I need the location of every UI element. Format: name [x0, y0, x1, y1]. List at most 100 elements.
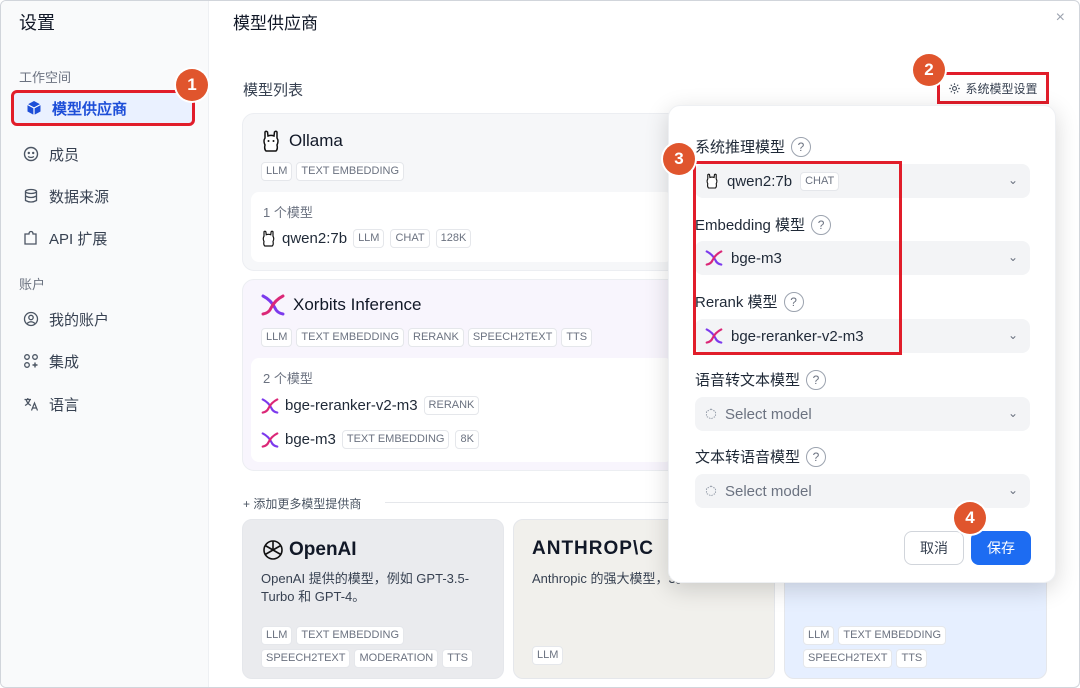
help-icon[interactable]: ?: [811, 214, 832, 235]
xorbits-icon: [261, 397, 279, 414]
tag: SPEECH2TEXT: [467, 328, 558, 347]
add-more-providers-link[interactable]: + 添加更多模型提供商: [243, 495, 361, 512]
provider-card-ollama[interactable]: Ollama LLM TEXT EMBEDDING 1 个模型 qwen2:7b…: [242, 113, 682, 271]
tag: SPEECH2TEXT: [261, 649, 351, 668]
step-badge-1: 1: [176, 69, 208, 101]
translate-icon: [23, 396, 39, 412]
sidebar-item-data-source[interactable]: 数据来源: [11, 178, 195, 214]
sidebar-item-label: 语言: [49, 396, 80, 414]
tag: TEXT EMBEDDING: [341, 430, 450, 449]
database-icon: [23, 188, 39, 204]
chevron-down-icon: ⌄: [1007, 483, 1018, 497]
sidebar-item-my-account[interactable]: 我的账户: [11, 301, 195, 337]
tag: TEXT EMBEDDING: [838, 626, 946, 645]
cancel-button[interactable]: 取消: [904, 531, 964, 565]
system-model-settings-button[interactable]: 系统模型设置: [937, 72, 1049, 104]
xorbits-icon: [261, 431, 279, 448]
xorbits-icon: [705, 328, 723, 344]
close-icon[interactable]: ×: [1056, 9, 1065, 27]
sidebar-section-account: 账户: [19, 277, 46, 292]
user-icon: [23, 311, 39, 327]
provider-tags: LLM TEXT EMBEDDING SPEECH2TEXT MODERATIO…: [261, 626, 491, 668]
provider-name: OpenAI: [289, 539, 357, 560]
sidebar-title: 设置: [19, 13, 55, 33]
tag: RERANK: [408, 328, 464, 347]
select-rerank-model[interactable]: bge-reranker-v2-m3 ⌄: [695, 319, 1030, 353]
select-tts-model[interactable]: Select model ⌄: [695, 474, 1030, 508]
ollama-icon: [262, 230, 275, 247]
provider-card-xorbits[interactable]: Xorbits Inference LLM TEXT EMBEDDING RER…: [242, 279, 682, 471]
puzzle-icon: [23, 230, 39, 246]
field-label-text: Embedding 模型: [695, 217, 806, 234]
select-speech2text-model[interactable]: Select model ⌄: [695, 397, 1030, 431]
tag: TEXT EMBEDDING: [296, 626, 404, 645]
field-label-tts: 文本转语音模型 ?: [695, 446, 827, 467]
tag: LLM: [353, 229, 385, 248]
models-count[interactable]: 1 个模型: [263, 202, 313, 221]
chevron-down-icon: ⌄: [1007, 250, 1018, 264]
provider-name: Xorbits Inference: [293, 295, 422, 314]
tag: CHAT: [800, 171, 840, 191]
sidebar-item-members[interactable]: 成员: [11, 136, 195, 172]
tag: LLM: [261, 626, 293, 645]
ollama-icon: [706, 173, 718, 189]
provider-tags: LLM TEXT EMBEDDING RERANK SPEECH2TEXT TT…: [261, 328, 593, 347]
tag: TEXT EMBEDDING: [296, 162, 404, 181]
save-button[interactable]: 保存: [971, 531, 1031, 565]
field-label-text: 系统推理模型: [695, 139, 786, 156]
sidebar-section-workspace: 工作空间: [19, 70, 72, 85]
xorbits-icon: [705, 250, 723, 266]
provider-name: Ollama: [289, 131, 343, 150]
field-label-text: Rerank 模型: [695, 294, 778, 311]
provider-name: ANTHROP\C: [532, 538, 654, 559]
model-name: qwen2:7b: [282, 230, 348, 247]
help-icon[interactable]: ?: [791, 136, 812, 157]
help-icon[interactable]: ?: [806, 369, 827, 390]
provider-header: Xorbits Inference: [261, 294, 422, 316]
sidebar-item-label: 模型供应商: [52, 100, 128, 118]
model-row-bge-reranker: bge-reranker-v2-m3 RERANK: [261, 396, 480, 415]
provider-description: OpenAI 提供的模型，例如 GPT-3.5-Turbo 和 GPT-4。: [261, 571, 470, 604]
models-count[interactable]: 2 个模型: [263, 368, 313, 387]
tag: LLM: [261, 162, 293, 181]
provider-name-row: OpenAI: [261, 538, 357, 562]
sidebar-item-integrations[interactable]: 集成: [11, 343, 195, 379]
provider-tags: LLM TEXT EMBEDDING: [261, 162, 404, 181]
sidebar: 设置 工作空间 模型供应商 成员 数据来源 API 扩展 账户 我的账户 集成 …: [1, 1, 209, 687]
sidebar-item-model-provider[interactable]: 模型供应商: [11, 90, 195, 126]
sidebar-item-label: 数据来源: [49, 188, 110, 206]
sidebar-item-label: API 扩展: [49, 230, 108, 248]
openai-icon: [263, 540, 283, 560]
tag: 128K: [435, 229, 472, 248]
chevron-down-icon: ⌄: [1007, 406, 1018, 420]
divider: [385, 502, 675, 503]
tag: LLM: [803, 626, 835, 645]
tag: CHAT: [390, 229, 430, 248]
cube-outline-icon: [705, 485, 717, 497]
select-reasoning-model[interactable]: qwen2:7b CHAT ⌄: [695, 164, 1030, 198]
select-placeholder: Select model: [725, 405, 812, 423]
provider-card-openai[interactable]: OpenAI OpenAI 提供的模型，例如 GPT-3.5-Turbo 和 G…: [242, 519, 504, 679]
sidebar-item-label: 我的账户: [49, 311, 110, 329]
select-embedding-model[interactable]: bge-m3 ⌄: [695, 241, 1030, 275]
system-model-settings-popover: 系统推理模型 ? qwen2:7b CHAT ⌄ Embedding 模型 ? …: [668, 105, 1056, 583]
model-list-title: 模型列表: [243, 82, 304, 99]
help-icon[interactable]: ?: [806, 446, 827, 467]
tag: TEXT EMBEDDING: [296, 328, 404, 347]
tag: TTS: [896, 649, 928, 668]
help-icon[interactable]: ?: [783, 291, 804, 312]
model-row-bge-m3: bge-m3 TEXT EMBEDDING 8K: [261, 430, 479, 449]
team-icon: [23, 146, 39, 162]
tag: LLM: [532, 646, 564, 665]
chevron-down-icon: ⌄: [1007, 173, 1018, 187]
field-label-rerank: Rerank 模型 ?: [695, 291, 804, 312]
sidebar-item-language[interactable]: 语言: [11, 386, 195, 422]
provider-tags: LLM TEXT EMBEDDING SPEECH2TEXT TTS: [803, 626, 1033, 668]
settings-window: 设置 工作空间 模型供应商 成员 数据来源 API 扩展 账户 我的账户 集成 …: [0, 0, 1080, 688]
cube-icon: [26, 100, 42, 116]
field-label-text: 语音转文本模型: [695, 372, 801, 389]
tag: SPEECH2TEXT: [803, 649, 893, 668]
field-label-embedding: Embedding 模型 ?: [695, 214, 832, 235]
sidebar-item-api-extension[interactable]: API 扩展: [11, 220, 195, 256]
provider-header: Ollama: [261, 130, 343, 152]
